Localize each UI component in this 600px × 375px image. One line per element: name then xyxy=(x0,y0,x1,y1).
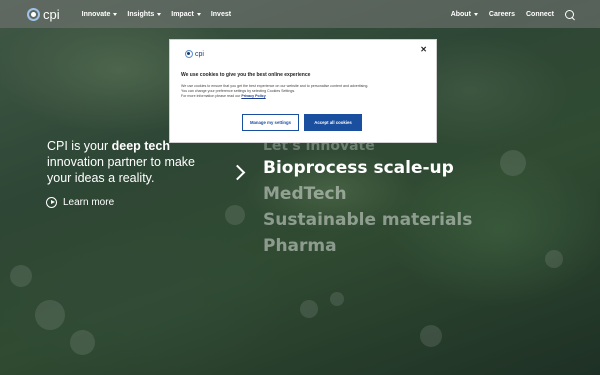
cpi-logo-icon xyxy=(27,7,40,21)
manage-settings-button[interactable]: Manage my settings xyxy=(242,114,299,131)
tagline-pre: CPI is your xyxy=(47,139,112,153)
nav-invest-label: Invest xyxy=(210,10,232,18)
nav-insights[interactable]: Insights xyxy=(127,10,162,18)
learn-more-link[interactable]: Learn more xyxy=(46,197,114,208)
cookie-body: We use cookies to ensure that you get th… xyxy=(181,84,421,99)
topic-item-active[interactable]: Bioprocess scale-up xyxy=(263,155,472,181)
nav-about-label: About xyxy=(450,10,471,18)
nav-impact-label: Impact xyxy=(171,10,194,18)
privacy-policy-link[interactable]: Privacy Policy xyxy=(241,94,265,98)
modal-logo-text: cpi xyxy=(195,50,204,58)
chevron-down-icon xyxy=(196,12,201,16)
nav-insights-label: Insights xyxy=(127,10,155,18)
topic-item[interactable]: Pharma xyxy=(263,233,472,259)
cpi-logo[interactable]: cpi xyxy=(27,7,60,22)
modal-logo: cpi xyxy=(185,50,204,58)
chevron-down-icon xyxy=(157,12,162,16)
chevron-down-icon xyxy=(113,12,118,16)
nav-impact[interactable]: Impact xyxy=(171,11,201,18)
chevron-down-icon xyxy=(473,12,478,16)
hero-tagline: CPI is your deep tech innovation partner… xyxy=(47,138,217,186)
cookie-title: We use cookies to give you the best onli… xyxy=(181,72,311,78)
cookie-consent-dialog: cpi ✕ We use cookies to give you the bes… xyxy=(169,39,437,143)
search-icon[interactable] xyxy=(565,9,574,19)
logo-text: cpi xyxy=(43,6,60,22)
learn-more-label: Learn more xyxy=(63,197,115,208)
topic-list: Let's innovate Bioprocess scale-up MedTe… xyxy=(263,137,472,259)
nav-connect[interactable]: Connect xyxy=(526,11,554,18)
tagline-post: innovation partner to make your ideas a … xyxy=(47,155,196,185)
nav-about[interactable]: About xyxy=(451,11,478,18)
accept-all-cookies-button[interactable]: Accept all cookies xyxy=(304,114,362,131)
play-icon xyxy=(46,197,57,208)
top-nav: cpi Innovate Insights Impact Invest Abou… xyxy=(0,0,600,28)
nav-innovate[interactable]: Innovate xyxy=(82,11,118,18)
topic-item[interactable]: MedTech xyxy=(263,181,472,207)
close-icon[interactable]: ✕ xyxy=(420,45,427,54)
nav-innovate-label: Innovate xyxy=(81,10,111,18)
tagline-bold: deep tech xyxy=(111,139,170,153)
cookie-body-line: For more information please read our xyxy=(181,94,241,98)
nav-invest[interactable]: Invest xyxy=(211,11,231,18)
nav-careers[interactable]: Careers xyxy=(489,11,515,18)
cpi-logo-icon xyxy=(185,50,193,58)
topic-item[interactable]: Sustainable materials xyxy=(263,207,472,233)
